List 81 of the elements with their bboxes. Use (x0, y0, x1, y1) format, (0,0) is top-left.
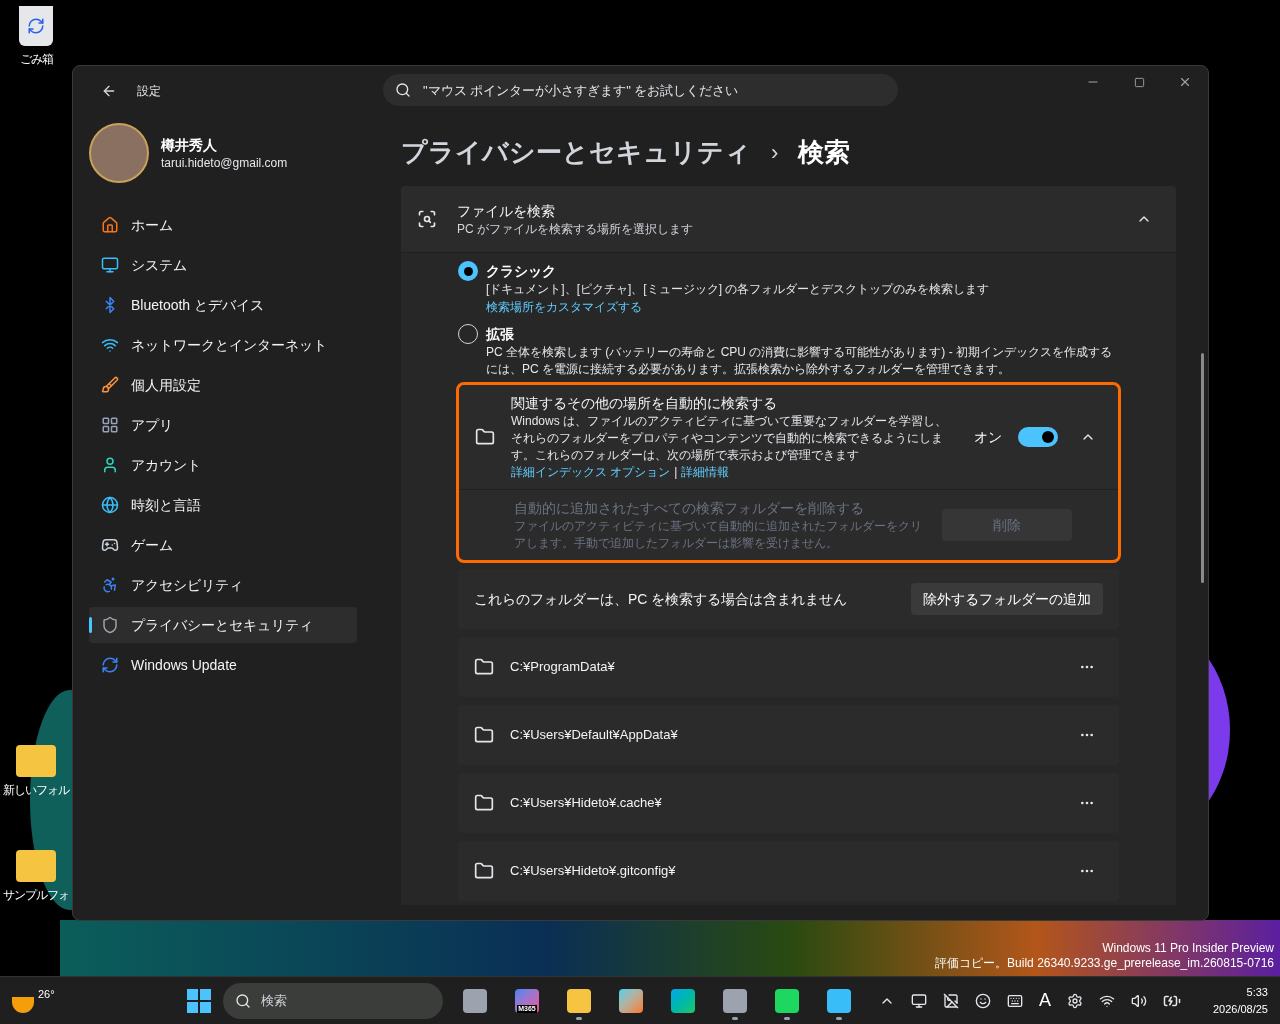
crossed-out-icon[interactable] (942, 992, 959, 1009)
taskbar-search-field[interactable]: 検索 (223, 982, 443, 1019)
keyboard-icon[interactable] (1006, 992, 1023, 1009)
option-description: PC 全体を検索します (バッテリーの寿命と CPU の消費に影響する可能性があります) - 初期インデックスを作成するには、PC を電源に接続する必要があります。拡張検索から除外するフォルダーを管理できます。 (486, 344, 1113, 378)
option-label: 拡張 (486, 325, 515, 344)
setting-description: Windows は、ファイルのアクティビティに基づいて重要なフォルダーを学習し、それらのフォルダーをプロパティやコンテンツで自動的に検索できるようにします。これらのフォルダーは、次の場所で表示および管理できます (511, 413, 948, 464)
shield-icon (101, 616, 119, 634)
running-indicator (576, 1016, 582, 1020)
running-indicator (784, 1016, 790, 1020)
sidebar-item[interactable]: Bluetooth とデバイス (89, 287, 357, 323)
search-field[interactable]: "マウス ポインターが小さすぎます" をお試しください (383, 74, 898, 106)
sidebar-item[interactable]: 時刻と言語 (89, 487, 357, 523)
temperature: 26° (38, 987, 55, 1003)
wifi-icon (101, 336, 119, 354)
search-icon (417, 209, 437, 229)
sidebar-item[interactable]: 個人用設定 (89, 367, 357, 403)
desktop-icon-label: ごみ箱 (19, 51, 53, 68)
sidebar-item[interactable]: システム (89, 247, 357, 283)
breadcrumb-separator: › (771, 138, 779, 167)
start-icon[interactable] (187, 988, 211, 1013)
sidebar-item[interactable]: プライバシーとセキュリティ (89, 607, 357, 643)
gamepad-icon (101, 536, 119, 554)
build-info-text: Windows 11 Pro Insider Preview (1102, 941, 1274, 956)
breadcrumb-parent[interactable]: プライバシーとセキュリティ (401, 132, 751, 172)
window-title: 設定 (137, 83, 161, 99)
sidebar-item[interactable]: Windows Update (89, 647, 357, 683)
option-label: クラシック (486, 262, 557, 281)
scrollbar[interactable] (1201, 353, 1204, 583)
avatar (89, 123, 149, 183)
setting-title: 関連するその他の場所を自動的に検索する (511, 394, 778, 413)
folder-path: C:¥Users¥Default¥AppData¥ (510, 726, 679, 745)
indexing-options-link[interactable]: 詳細インデックス オプション (511, 464, 671, 481)
user-email: tarui.hideto@gmail.com (161, 155, 288, 171)
desktop-icon-label: 新しいフォル (3, 782, 69, 799)
search-icon (235, 992, 251, 1009)
person-icon (101, 456, 119, 474)
setting-title: 自動的に追加されたすべての検索フォルダーを削除する (514, 499, 865, 518)
customize-link[interactable]: 検索場所をカスタマイズする (486, 298, 990, 316)
sidebar-item[interactable]: アプリ (89, 407, 357, 443)
setting-description: ファイルのアクティビティに基づいて自動的に追加されたフォルダーをクリアします。手動で追加したフォルダーは影響を受けません。 (514, 518, 923, 552)
selection-indicator (89, 617, 92, 633)
monitor-icon (101, 256, 119, 274)
toggle-switch[interactable] (1018, 427, 1058, 447)
card-subtitle: PC がファイルを検索する場所を選択します (457, 221, 694, 237)
refresh-icon (101, 656, 119, 674)
monitor-icon[interactable] (910, 992, 927, 1009)
sidebar-item[interactable]: ネットワークとインターネット (89, 327, 357, 363)
running-indicator (836, 1016, 842, 1020)
exclusions-title: これらのフォルダーは、PC を検索する場合は含まれません (474, 590, 849, 609)
home-icon (101, 216, 119, 234)
sidebar-item[interactable]: ゲーム (89, 527, 357, 563)
close-icon (1178, 75, 1192, 89)
search-icon (395, 82, 411, 98)
user-name: 樽井秀人 (161, 136, 218, 155)
folder-path: C:¥Users¥Hideto¥.gitconfig¥ (510, 862, 677, 881)
folder-path: C:¥Users¥Hideto¥.cache¥ (510, 794, 663, 813)
sidebar-item[interactable]: ホーム (89, 207, 357, 243)
card-title: ファイルを検索 (457, 202, 556, 221)
build-info-text: 評価コピー。Build 26340.9233.ge_prerelease_im.260815-0716 (935, 956, 1274, 971)
apps-grid-icon (101, 416, 119, 434)
ime-indicator[interactable]: A (1038, 987, 1051, 1014)
recycle-bin-icon[interactable] (19, 6, 53, 46)
clock-date[interactable]: 2026/08/25 (1212, 1000, 1268, 1017)
desktop-icon-label: サンプルフォ (3, 887, 69, 904)
emoji-icon[interactable] (974, 992, 991, 1009)
brush-icon (101, 376, 119, 394)
option-description: [ドキュメント]、[ピクチャ]、[ミュージック] の各フォルダーとデスクトップのみを検索します (486, 281, 990, 298)
radio-button[interactable] (458, 261, 478, 281)
volume-icon[interactable] (1130, 992, 1147, 1009)
maximize-icon (1133, 76, 1145, 88)
toggle-state-label: オン (974, 428, 1002, 447)
more-info-link[interactable]: 詳細情報 (681, 464, 730, 481)
accessibility-icon (101, 576, 119, 594)
sidebar-item[interactable]: アクセシビリティ (89, 567, 357, 603)
clock-time[interactable]: 5:33 (1246, 984, 1268, 1001)
link-separator: | (674, 464, 678, 481)
sidebar-item[interactable]: アカウント (89, 447, 357, 483)
add-excluded-folder-button[interactable]: 除外するフォルダーの追加 (911, 583, 1103, 615)
page-title: 検索 (798, 135, 851, 169)
folder-path: C:¥ProgramData¥ (510, 658, 616, 677)
running-indicator (732, 1016, 738, 1020)
